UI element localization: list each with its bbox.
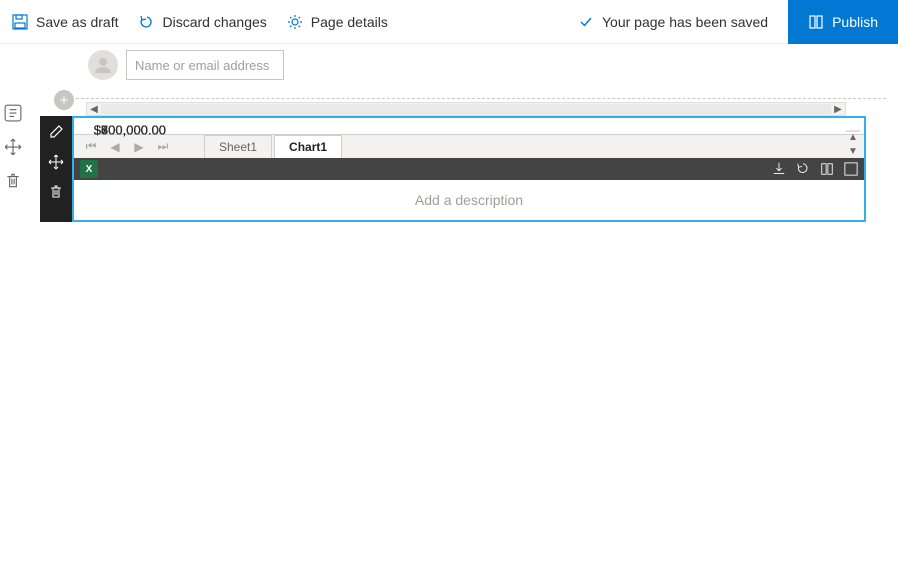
vertical-scrollbar[interactable]: ▲ ▼ — [846, 130, 860, 132]
saved-status: Your page has been saved — [578, 14, 768, 30]
excel-embed-bar: X — [74, 158, 864, 180]
gear-icon — [287, 14, 303, 30]
download-icon[interactable] — [772, 162, 786, 176]
horizontal-scrollbar[interactable]: ◀ ▶ — [86, 102, 846, 116]
sheet-tab-sheet1[interactable]: Sheet1 — [204, 135, 272, 158]
page-details-label: Page details — [311, 14, 388, 30]
excel-webpart-frame: $800,000.00 $700,000.00 $600,000.00 $500… — [72, 116, 866, 222]
delete-webpart-icon[interactable] — [48, 184, 64, 200]
checkmark-icon — [578, 14, 594, 30]
page-toolbar: Save as draft Discard changes Page detai… — [0, 0, 898, 44]
excel-logo-icon: X — [80, 160, 98, 178]
scroll-up-icon[interactable]: ▲ — [848, 131, 858, 145]
sheet-tab-chart1[interactable]: Chart1 — [274, 135, 342, 158]
edit-webpart-icon[interactable] — [48, 124, 64, 140]
avatar-placeholder-icon — [88, 50, 118, 80]
name-or-email-input[interactable] — [126, 50, 284, 80]
description-input[interactable]: Add a description — [74, 180, 864, 220]
discard-changes-label: Discard changes — [163, 14, 267, 30]
add-webpart-button[interactable]: + — [54, 90, 74, 110]
save-as-draft-button[interactable]: Save as draft — [12, 14, 119, 30]
scroll-left-icon[interactable]: ◀ — [87, 104, 101, 115]
page-details-button[interactable]: Page details — [287, 14, 388, 30]
y-tick-label: $300,000.00 — [94, 123, 166, 138]
scroll-right-icon[interactable]: ▶ — [831, 104, 845, 115]
publish-button[interactable]: Publish — [788, 0, 898, 44]
move-section-icon[interactable] — [4, 138, 22, 156]
publish-label: Publish — [832, 14, 878, 30]
tab-nav-next-icon[interactable]: ▶ — [128, 140, 150, 154]
chart-viewport: $800,000.00 $700,000.00 $600,000.00 $500… — [74, 118, 864, 134]
publish-icon — [808, 14, 824, 30]
edit-section-icon[interactable] — [4, 104, 22, 122]
scroll-down-icon[interactable]: ▼ — [848, 145, 858, 159]
delete-section-icon[interactable] — [4, 172, 22, 190]
info-icon[interactable] — [820, 162, 834, 176]
webpart-toolbar — [40, 116, 72, 222]
discard-icon — [139, 14, 155, 30]
tab-nav-last-icon[interactable]: ⏭ — [152, 139, 174, 154]
sheet-tab-bar: ⏮ ◀ ▶ ⏭ Sheet1 Chart1 — [74, 134, 864, 158]
move-webpart-icon[interactable] — [48, 154, 64, 170]
tab-nav-prev-icon[interactable]: ◀ — [104, 140, 126, 154]
saved-status-label: Your page has been saved — [602, 14, 768, 30]
refresh-icon[interactable] — [796, 162, 810, 176]
tab-nav-first-icon[interactable]: ⏮ — [80, 139, 102, 154]
save-icon — [12, 14, 28, 30]
save-as-draft-label: Save as draft — [36, 14, 119, 30]
fullscreen-icon[interactable] — [844, 162, 858, 176]
canvas-side-rail — [4, 104, 22, 190]
discard-changes-button[interactable]: Discard changes — [139, 14, 267, 30]
people-field-row — [30, 44, 898, 86]
